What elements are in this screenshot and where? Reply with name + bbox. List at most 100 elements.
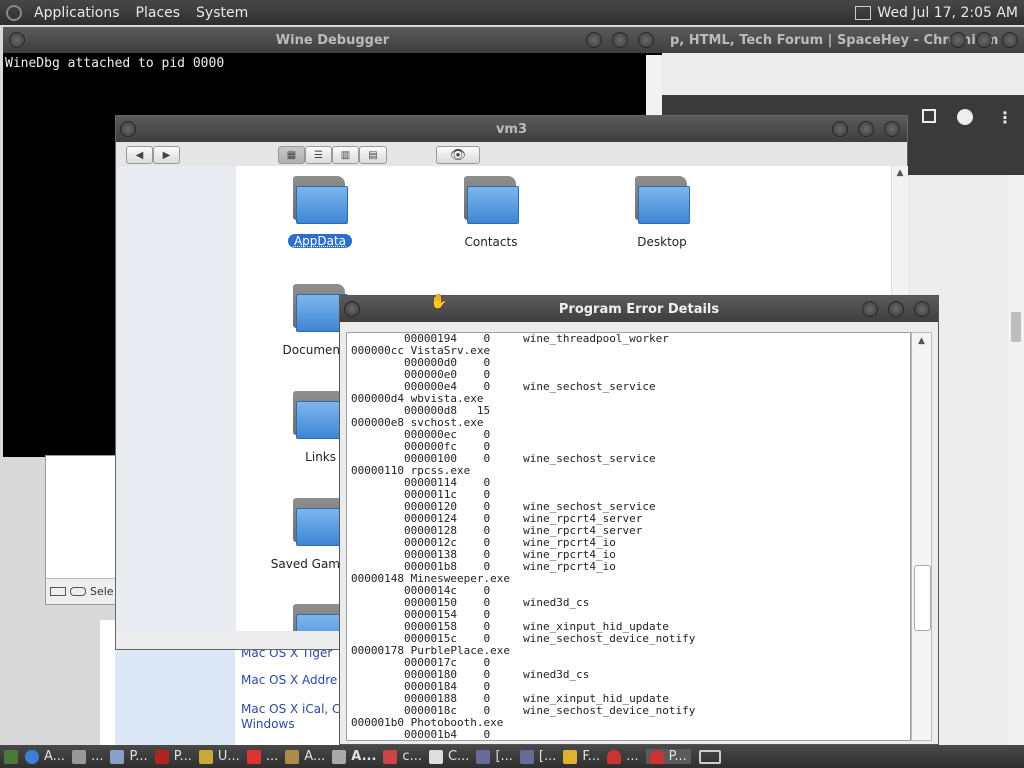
side-panel-icon[interactable]	[922, 109, 936, 123]
folder-label-contacts[interactable]: Contacts	[421, 235, 561, 249]
distro-logo-icon[interactable]	[6, 4, 22, 21]
window-menu-button[interactable]	[120, 121, 136, 137]
maximize-button[interactable]	[858, 121, 874, 137]
file-manager-toolbar: ◀ ▶ ▦ ☰ ▥ ▤ 👁	[116, 142, 907, 166]
window-icon	[246, 749, 261, 764]
taskbar-item[interactable]: U...	[198, 749, 240, 764]
folder-label-saved-games[interactable]: Saved Gam	[250, 557, 340, 571]
page-link[interactable]: Mac OS X iCal, C	[241, 702, 340, 716]
taskbar: A... ... P... P... U... ... A... A... c.…	[0, 745, 1024, 768]
folder-icon[interactable]	[462, 176, 519, 224]
folder-label-links[interactable]: Links	[250, 450, 336, 464]
debugger-titlebar[interactable]: Wine Debugger	[3, 27, 662, 53]
minimize-button[interactable]	[832, 121, 848, 137]
kebab-menu-icon[interactable]: ⋮	[997, 108, 1013, 127]
folder-icon[interactable]	[291, 176, 348, 224]
list-view-button[interactable]: ☰	[305, 146, 332, 164]
desktop-icon	[698, 749, 721, 764]
minimize-button[interactable]	[586, 32, 602, 48]
chromium-scroll-thumb[interactable]	[1011, 312, 1021, 342]
app-icon	[4, 749, 18, 764]
close-button[interactable]	[1002, 32, 1018, 48]
window-menu-button[interactable]	[344, 301, 360, 317]
chromium-titlebar[interactable]: p, HTML, Tech Forum | SpaceHey - Chromiu…	[640, 27, 1024, 53]
error-scroll-thumb[interactable]	[914, 565, 931, 631]
minimize-button[interactable]	[862, 301, 878, 317]
taskbar-item[interactable]	[4, 749, 18, 764]
grid-icon	[383, 749, 398, 764]
folder-icon[interactable]	[633, 176, 690, 224]
taskbar-item[interactable]: A...	[285, 749, 325, 764]
maximize-button[interactable]	[976, 32, 992, 48]
terminal-icon	[519, 749, 534, 764]
console-text: WineDbg attached to pid 0000	[5, 56, 225, 71]
shield-icon	[198, 749, 213, 764]
error-dialog-title: Program Error Details	[558, 301, 720, 317]
taskbar-item[interactable]: F...	[563, 749, 600, 764]
taskbar-item[interactable]: ...	[246, 749, 278, 764]
scroll-up-icon[interactable]: ▲	[912, 336, 931, 346]
taskbar-item[interactable]: P...	[154, 749, 192, 764]
folder-label-appdata[interactable]: AppData	[250, 234, 390, 248]
taskbar-item[interactable]: A...	[332, 749, 376, 764]
wine-glass-icon	[649, 749, 664, 764]
error-details-text[interactable]: 00000194 0 wine_threadpool_worker 000000c…	[346, 332, 911, 741]
column-view-button[interactable]: ▥	[332, 146, 359, 164]
calendar-icon	[428, 749, 443, 764]
page-link[interactable]: Mac OS X Addre	[241, 673, 337, 687]
coverflow-view-button[interactable]: ▤	[359, 146, 387, 164]
status-text: Sele	[90, 585, 114, 598]
top-panel: Applications Places System Wed Jul 17, 2…	[0, 0, 1024, 25]
taskbar-item[interactable]: ...	[72, 749, 103, 764]
menu-system[interactable]: System	[192, 5, 252, 21]
forward-button[interactable]: ▶	[153, 146, 180, 164]
close-button[interactable]	[638, 32, 654, 48]
folder-label-documents[interactable]: Documen	[250, 343, 340, 357]
menu-applications[interactable]: Applications	[30, 5, 124, 21]
taskbar-item-active[interactable]: P...	[645, 749, 691, 764]
folder-label-desktop[interactable]: Desktop	[592, 235, 732, 249]
folder-icon	[563, 749, 578, 764]
error-line: 000001b4 0	[351, 728, 491, 741]
taskbar-item[interactable]: [...	[519, 749, 556, 764]
side-window: Sele	[45, 455, 119, 605]
window-menu-button[interactable]	[9, 32, 25, 48]
chromium-icon	[25, 749, 39, 764]
taskbar-item[interactable]: A...	[25, 749, 65, 764]
profile-icon[interactable]	[957, 109, 973, 125]
taskbar-item[interactable]: [...	[476, 749, 513, 764]
maximize-button[interactable]	[612, 32, 628, 48]
book-icon	[154, 749, 169, 764]
file-manager-sidebar	[116, 166, 236, 631]
side-status-bar: Sele	[46, 578, 118, 604]
clock[interactable]: Wed Jul 17, 2:05 AM	[877, 5, 1018, 21]
menu-places[interactable]: Places	[132, 5, 185, 21]
quick-look-button[interactable]: 👁	[436, 146, 480, 164]
close-button[interactable]	[914, 301, 930, 317]
taskbar-item[interactable]: P...	[110, 749, 148, 764]
error-details-dialog: Program Error Details 00000194 0 wine_th…	[339, 295, 939, 745]
file-manager-title: vm3	[495, 121, 528, 137]
close-button[interactable]	[884, 121, 900, 137]
back-button[interactable]: ◀	[126, 146, 153, 164]
display-tray-icon[interactable]	[855, 5, 872, 20]
pen-icon	[332, 749, 347, 764]
error-details-scrollbar[interactable]: ▲	[911, 332, 932, 741]
key-icon	[70, 587, 86, 596]
taskbar-item[interactable]: ...	[607, 749, 639, 764]
glasses-icon	[110, 749, 125, 764]
icon-view-button[interactable]: ▦	[278, 146, 305, 164]
scroll-up-icon[interactable]: ▲	[892, 168, 908, 178]
page-link[interactable]: Windows	[241, 717, 295, 731]
minimize-button[interactable]	[950, 32, 966, 48]
show-desktop-button[interactable]	[698, 749, 721, 764]
maximize-button[interactable]	[888, 301, 904, 317]
drive-icon	[50, 587, 66, 596]
taskbar-item[interactable]: c...	[383, 749, 422, 764]
taskbar-item[interactable]: C...	[428, 749, 469, 764]
chromium-scrollbar[interactable]	[1008, 175, 1024, 745]
gear-icon	[72, 749, 87, 764]
terminal-icon	[476, 749, 491, 764]
debugger-scrollbar[interactable]	[646, 55, 662, 115]
file-manager-titlebar[interactable]: vm3	[116, 116, 907, 142]
